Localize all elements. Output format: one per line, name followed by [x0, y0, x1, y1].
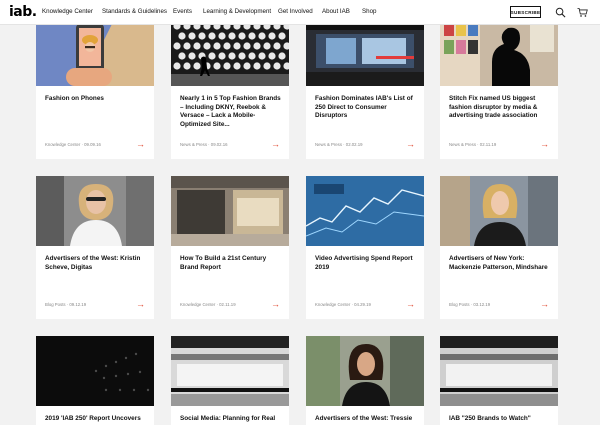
arrow-right-icon[interactable]: →	[271, 300, 280, 309]
card-image-store-interior	[171, 176, 289, 246]
card-image-glitch-storefront	[171, 336, 289, 406]
card-title[interactable]: Video Advertising Spend Report 2019	[315, 255, 417, 272]
nav-item-events[interactable]: Events	[173, 8, 192, 15]
card-title[interactable]: Advertisers of New York: Mackenzie Patte…	[449, 255, 551, 272]
article-card[interactable]: Fashion Dominates IAB's List of 250 Dire…	[306, 16, 424, 159]
article-card[interactable]: Advertisers of the West: Tressie	[306, 336, 424, 425]
card-meta: Knowledge Center · 04.29.19	[315, 302, 371, 307]
nav-item-learning-development[interactable]: Learning & Development	[203, 8, 271, 15]
top-navigation: iab. Knowledge Center Standards & Guidel…	[0, 0, 600, 25]
subscribe-button[interactable]: SUBSCRIBE	[510, 6, 541, 18]
card-meta: News & Press · 09.02.16	[180, 142, 228, 147]
article-card[interactable]: IAB "250 Brands to Watch"	[440, 336, 558, 425]
card-image-mackenzie-patterson	[440, 176, 558, 246]
card-title[interactable]: Social Media: Planning for Real	[180, 415, 282, 424]
nav-item-get-involved[interactable]: Get Involved	[278, 8, 313, 15]
search-icon[interactable]	[555, 7, 566, 18]
card-title[interactable]: IAB "250 Brands to Watch"	[449, 415, 551, 424]
arrow-right-icon[interactable]: →	[136, 300, 145, 309]
article-card[interactable]: Stitch Fix named US biggest fashion disr…	[440, 16, 558, 159]
arrow-right-icon[interactable]: →	[406, 140, 415, 149]
card-title[interactable]: Fashion on Phones	[45, 95, 147, 104]
card-meta: Knowledge Center · 02.11.19	[180, 302, 236, 307]
card-image-glitch-storefront	[440, 336, 558, 406]
nav-item-about-iab[interactable]: About IAB	[322, 8, 350, 15]
nav-item-standards-guidelines[interactable]: Standards & Guidelines	[102, 8, 167, 15]
card-image-storefront	[306, 16, 424, 86]
cart-icon[interactable]	[577, 7, 588, 18]
article-card[interactable]: Social Media: Planning for Real	[171, 336, 289, 425]
article-card[interactable]: Fashion on Phones Knowledge Center · 09.…	[36, 16, 154, 159]
article-card[interactable]: Nearly 1 in 5 Top Fashion Brands – Inclu…	[171, 16, 289, 159]
arrow-right-icon[interactable]: →	[406, 300, 415, 309]
arrow-right-icon[interactable]: →	[540, 300, 549, 309]
card-image-kristin-scheve	[36, 176, 154, 246]
article-card[interactable]: Advertisers of New York: Mackenzie Patte…	[440, 176, 558, 319]
iab-logo[interactable]: iab.	[9, 4, 37, 20]
article-card[interactable]: Video Advertising Spend Report 2019 Know…	[306, 176, 424, 319]
arrow-right-icon[interactable]: →	[540, 140, 549, 149]
card-title[interactable]: Advertisers of the West: Tressie	[315, 415, 417, 424]
card-title[interactable]: How To Build a 21st Century Brand Report	[180, 255, 282, 272]
article-card[interactable]: Advertisers of the West: Kristin Scheve,…	[36, 176, 154, 319]
card-title[interactable]: 2019 'IAB 250' Report Uncovers	[45, 415, 147, 424]
card-image-fashion-on-phones	[36, 16, 154, 86]
arrow-right-icon[interactable]: →	[271, 140, 280, 149]
card-title[interactable]: Stitch Fix named US biggest fashion disr…	[449, 95, 551, 121]
card-title[interactable]: Advertisers of the West: Kristin Scheve,…	[45, 255, 147, 272]
card-meta: Blog Posts · 03.12.19	[449, 302, 491, 307]
card-title[interactable]: Fashion Dominates IAB's List of 250 Dire…	[315, 95, 417, 121]
card-image-dark-dots	[36, 336, 154, 406]
card-meta: Blog Posts · 09.12.19	[45, 302, 87, 307]
card-meta: Knowledge Center · 09.09.16	[45, 142, 101, 147]
card-meta: News & Press · 02.11.19	[449, 142, 497, 147]
card-image-dotted-building	[171, 16, 289, 86]
nav-item-shop[interactable]: Shop	[362, 8, 376, 15]
card-image-data-visualization	[306, 176, 424, 246]
card-title[interactable]: Nearly 1 in 5 Top Fashion Brands – Inclu…	[180, 95, 282, 129]
arrow-right-icon[interactable]: →	[136, 140, 145, 149]
card-image-tressie	[306, 336, 424, 406]
article-card[interactable]: How To Build a 21st Century Brand Report…	[171, 176, 289, 319]
card-meta: News & Press · 02.02.19	[315, 142, 363, 147]
card-image-newsstand	[440, 16, 558, 86]
article-card[interactable]: 2019 'IAB 250' Report Uncovers	[36, 336, 154, 425]
nav-item-knowledge-center[interactable]: Knowledge Center	[42, 8, 93, 15]
